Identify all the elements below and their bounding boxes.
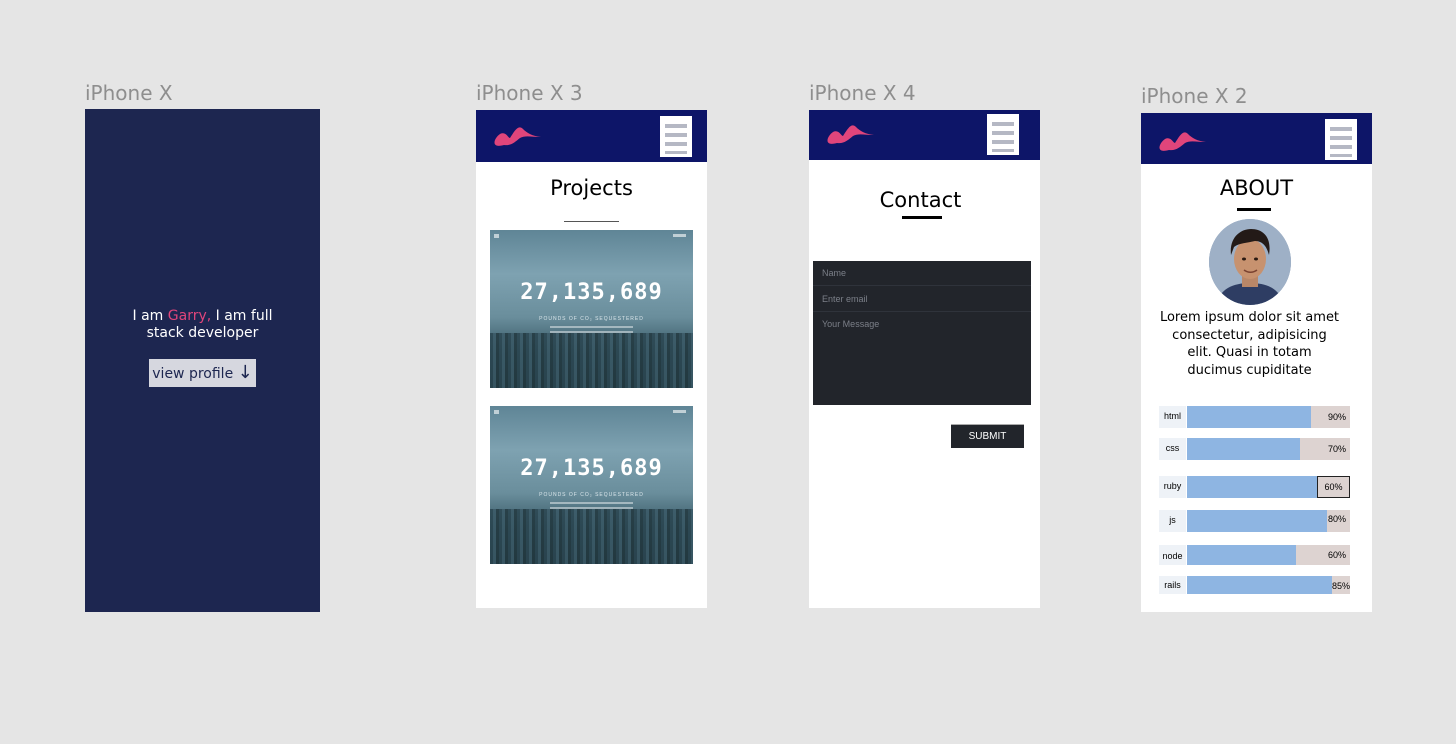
skill-bar-fill [1187, 476, 1317, 498]
project-caption: POUNDS OF CO₂ SEQUESTERED [539, 492, 644, 498]
skill-bar: 85% [1187, 576, 1350, 594]
header-bar [1141, 113, 1372, 164]
email-field[interactable] [813, 286, 1031, 312]
intro-suffix: I am full [211, 308, 273, 324]
fine-print [550, 507, 633, 509]
brand-logo-icon[interactable] [484, 116, 544, 150]
skill-percent: 60% [1317, 476, 1350, 498]
brand-logo-icon[interactable] [1149, 121, 1209, 155]
artboard-title-iphone-x-4: iPhone X 4 [809, 81, 916, 105]
arrow-down-icon: ↓ [237, 362, 253, 383]
card-icon [673, 234, 686, 237]
skill-label: node [1159, 545, 1186, 565]
hamburger-menu-icon[interactable] [1325, 119, 1357, 160]
skill-label: js [1159, 510, 1186, 532]
card-icon [494, 234, 499, 238]
card-icon [494, 410, 499, 414]
artboard-title-iphone-x-2: iPhone X 2 [1141, 84, 1248, 108]
skill-bar-fill [1187, 438, 1300, 460]
fine-print [550, 331, 633, 333]
header-bar [809, 110, 1040, 160]
skill-bar-fill [1187, 545, 1296, 565]
title-underline [902, 216, 942, 219]
contact-form [813, 261, 1031, 405]
skill-row: ruby 60% [1159, 476, 1351, 498]
name-field[interactable] [813, 261, 1031, 286]
projects-screen: Projects 27,135,689 POUNDS OF CO₂ SEQUES… [476, 110, 707, 608]
title-underline [1237, 208, 1271, 211]
bio-text: Lorem ipsum dolor sit amet consectetur, … [1159, 310, 1340, 378]
city-image [490, 509, 693, 564]
skill-label: html [1159, 406, 1186, 428]
skill-bar: 80% [1187, 510, 1350, 532]
hamburger-menu-icon[interactable] [987, 114, 1019, 155]
skill-label: css [1159, 438, 1186, 460]
view-profile-button[interactable]: view profile ↓ [149, 359, 256, 387]
skill-row: js 80% [1159, 510, 1351, 532]
skill-percent: 70% [1327, 444, 1346, 454]
brand-logo-icon[interactable] [817, 114, 877, 148]
page-title: Projects [550, 176, 633, 200]
skill-label: rails [1159, 576, 1186, 594]
project-counter: 27,135,689 [520, 280, 663, 305]
avatar [1209, 219, 1291, 305]
header-bar [476, 110, 707, 162]
project-card[interactable]: 27,135,689 POUNDS OF CO₂ SEQUESTERED [490, 230, 693, 388]
skill-bar-fill [1187, 406, 1311, 428]
contact-screen: Contact SUBMIT [809, 110, 1040, 608]
project-counter: 27,135,689 [520, 456, 663, 481]
artboard-title-iphone-x: iPhone X [85, 81, 173, 105]
hamburger-menu-icon[interactable] [660, 116, 692, 157]
intro-name: Garry, [167, 308, 212, 324]
fine-print [550, 502, 633, 504]
intro-prefix: I am [132, 308, 168, 324]
skill-bar-fill [1187, 576, 1332, 594]
submit-button[interactable]: SUBMIT [951, 424, 1024, 448]
project-caption: POUNDS OF CO₂ SEQUESTERED [539, 316, 644, 322]
skill-row: css 70% [1159, 438, 1351, 460]
artboard-title-iphone-x-3: iPhone X 3 [476, 81, 583, 105]
skill-percent: 80% [1328, 514, 1347, 524]
skill-percent: 85% [1331, 581, 1350, 591]
about-screen: ABOUT Lorem ipsum dolor sit amet consect… [1141, 113, 1372, 612]
skill-bar: 70% [1187, 438, 1350, 460]
skill-row: node 60% [1159, 545, 1351, 565]
intro-line2: stack developer [146, 325, 259, 341]
city-image [490, 333, 693, 388]
message-field[interactable] [813, 312, 1031, 405]
skill-label: ruby [1159, 476, 1186, 498]
skill-bar: 60% [1187, 545, 1350, 565]
title-divider [564, 221, 619, 222]
fine-print [550, 326, 633, 328]
skill-bar: 60% [1187, 476, 1350, 498]
skill-bar: 90% [1187, 406, 1350, 428]
landing-screen: I am Garry, I am full stack developer vi… [85, 109, 320, 612]
skill-percent: 90% [1327, 412, 1346, 422]
skill-percent: 60% [1327, 550, 1346, 560]
page-title: ABOUT [1219, 176, 1294, 200]
intro-text: I am Garry, I am full stack developer [85, 308, 320, 342]
skill-bar-fill [1187, 510, 1327, 532]
skill-row: rails 85% [1159, 576, 1351, 594]
page-title: Contact [879, 188, 962, 212]
skill-row: html 90% [1159, 406, 1351, 428]
view-profile-label: view profile [152, 366, 234, 382]
card-icon [673, 410, 686, 413]
project-card[interactable]: 27,135,689 POUNDS OF CO₂ SEQUESTERED [490, 406, 693, 564]
